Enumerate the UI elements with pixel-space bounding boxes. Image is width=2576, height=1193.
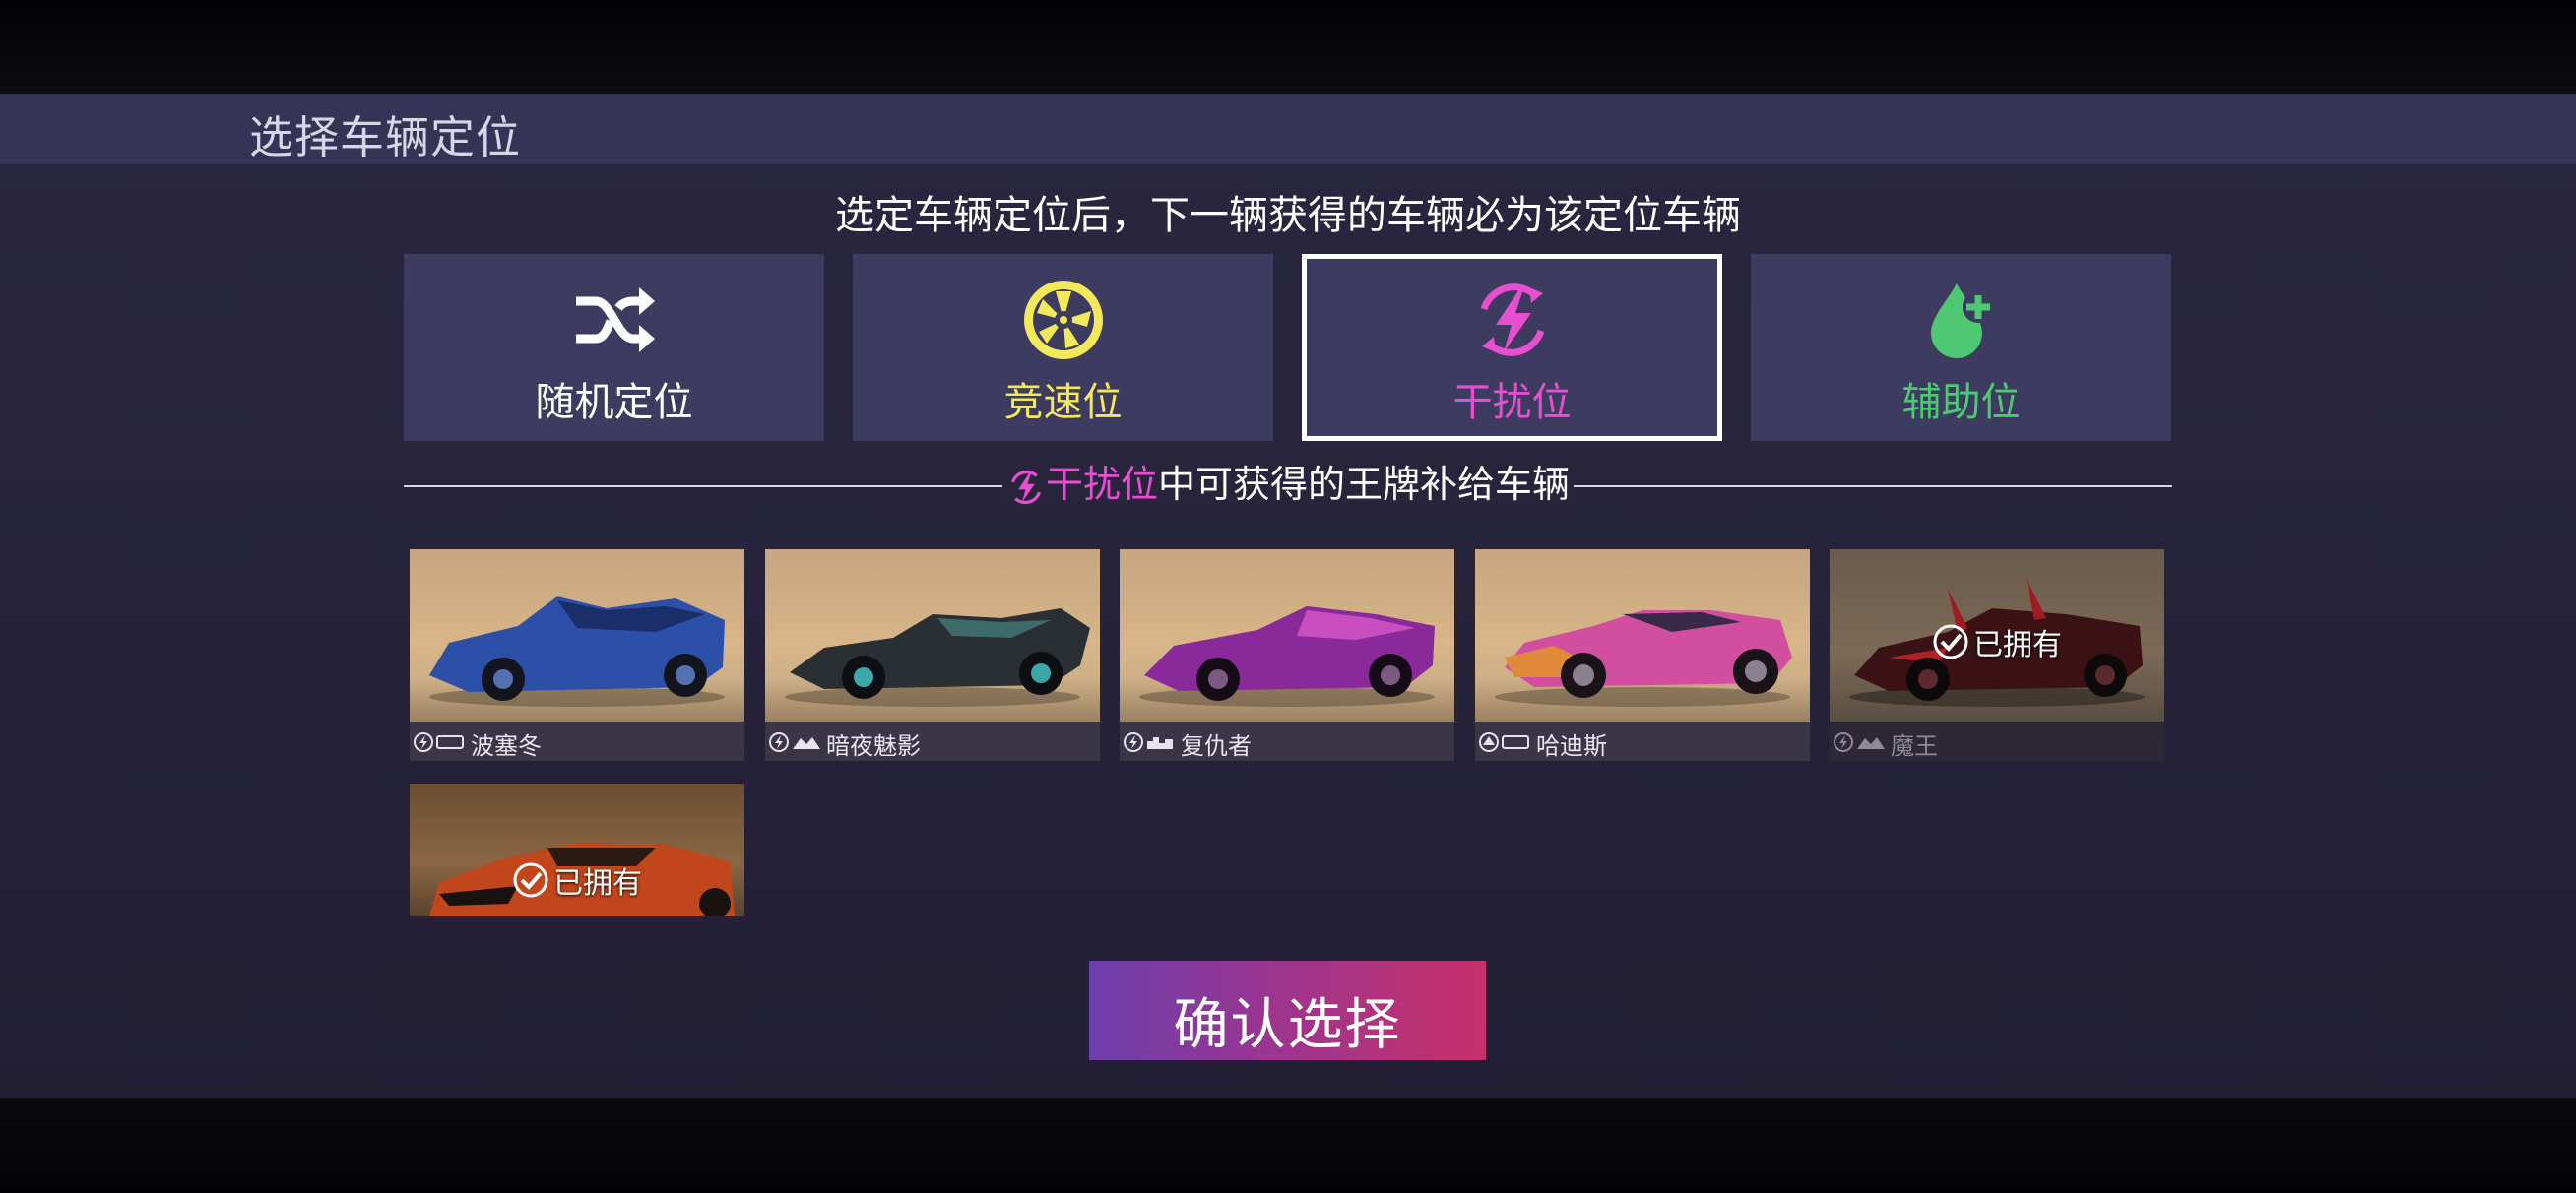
car-name: 哈迪斯 [1536,732,1607,760]
role-label: 辅助位 [1901,380,2021,425]
confirm-label: 确认选择 [1173,993,1402,1057]
car-image [1495,610,1792,707]
car-image [1139,606,1435,707]
lightning-icon [1480,283,1544,356]
car-name-bar: 波塞冬 [410,722,744,761]
role-label: 随机定位 [535,380,693,425]
car-card[interactable]: 暗夜魅影 [765,549,1100,761]
role-random[interactable]: 随机定位 [404,254,824,441]
bottom-shade [0,1098,2576,1193]
section-heading-text: 中可获得的王牌补给车辆 [1158,463,1571,506]
role-interference[interactable]: 干扰位 [1302,254,1722,441]
owned-badge: 已拥有 [410,858,744,902]
dialog-title: 选择车辆定位 [249,111,522,163]
drop-plus-icon [1930,283,1994,358]
role-tag-icon [769,732,820,752]
owned-label: 已拥有 [553,866,642,901]
check-circle-icon [513,862,548,898]
car-name: 魔王 [1891,732,1938,760]
top-shade [0,0,2576,94]
car-name: 波塞冬 [471,732,542,760]
car-name: 复仇者 [1181,732,1252,760]
shuffle-icon [575,287,655,352]
car-card[interactable]: 已拥有 [410,784,744,916]
section-heading: 干扰位中可获得的王牌补给车辆 [0,459,2576,510]
role-tag-icon [414,732,464,752]
role-label: 干扰位 [1452,380,1572,425]
car-card[interactable]: 已拥有 魔王 [1830,549,2164,761]
car-name-bar: 哈迪斯 [1475,722,1810,761]
car-name-bar: 暗夜魅影 [765,722,1100,761]
car-name-bar: 复仇者 [1120,722,1454,761]
wheel-icon [1023,281,1103,359]
confirm-button[interactable]: 确认选择 [1089,961,1486,1060]
lightning-icon [1010,470,1042,504]
car-image [429,596,725,707]
section-role-name: 干扰位 [1045,463,1158,506]
owned-label: 已拥有 [1973,628,2062,662]
role-tag-icon [1834,732,1885,752]
car-card[interactable]: 哈迪斯 [1475,549,1810,761]
role-label: 竞速位 [1003,380,1123,425]
role-tag-icon [1479,732,1529,752]
car-image [785,608,1090,707]
role-tag-icon [1124,732,1173,752]
car-name: 暗夜魅影 [826,732,921,760]
instruction-text: 选定车辆定位后，下一辆获得的车辆必为该定位车辆 [835,193,1741,238]
car-name-bar: 魔王 [1830,722,2164,761]
role-racing[interactable]: 竞速位 [853,254,1273,441]
check-circle-icon [1933,624,1968,659]
owned-badge: 已拥有 [1830,620,2164,663]
car-card[interactable]: 复仇者 [1120,549,1454,761]
car-card[interactable]: 波塞冬 [410,549,744,761]
role-support[interactable]: 辅助位 [1751,254,2171,441]
